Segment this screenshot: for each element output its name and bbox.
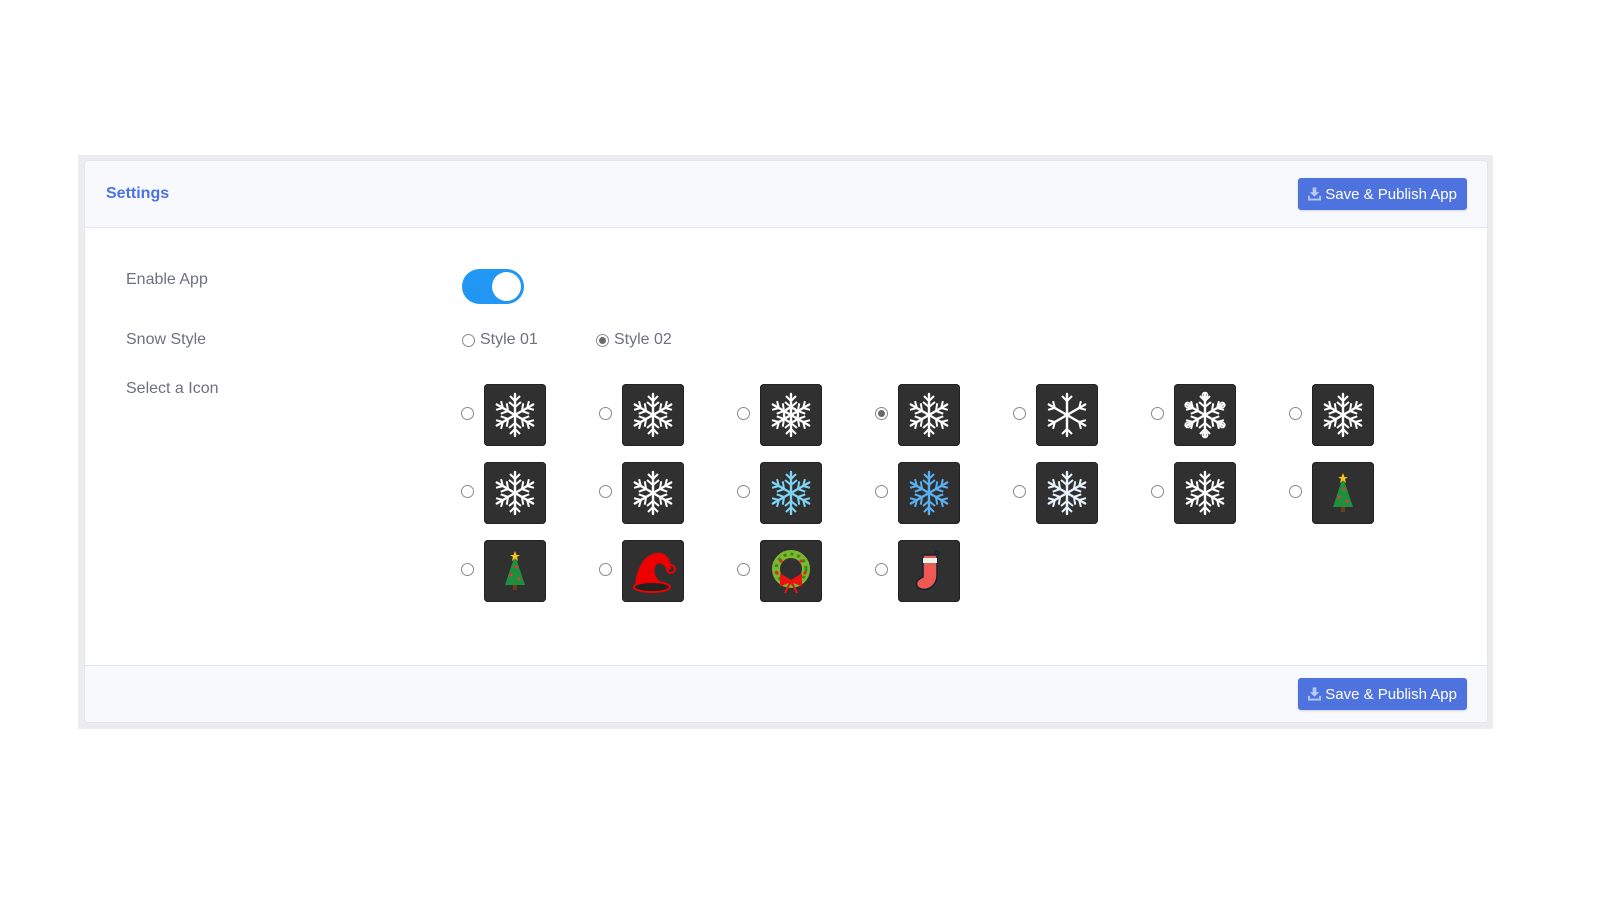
christmas-tree-small-icon: [1333, 473, 1353, 512]
icon-option[interactable]: [737, 376, 875, 454]
icon-grid: [461, 376, 1427, 610]
icon-option[interactable]: [599, 532, 737, 610]
snowflake-ornate-icon: [495, 470, 535, 516]
icon-tile[interactable]: [1174, 384, 1236, 446]
icon-option[interactable]: [599, 454, 737, 532]
icon-option[interactable]: [461, 532, 599, 610]
icon-option[interactable]: [875, 454, 1013, 532]
icon-tile[interactable]: [1036, 384, 1098, 446]
snowflake-star-icon: [633, 392, 673, 438]
snowflake-dotted-icon: [1184, 391, 1226, 439]
icon-option[interactable]: [1151, 376, 1289, 454]
icon-tile[interactable]: [898, 540, 960, 602]
save-publish-button-top[interactable]: Save & Publish App: [1298, 178, 1467, 210]
wreath-icon: [772, 550, 810, 594]
icon-option-radio[interactable]: [1013, 406, 1026, 420]
icon-option-radio[interactable]: [599, 406, 612, 420]
settings-card: Settings Save & Publish App Enable App S…: [84, 160, 1488, 723]
icon-tile[interactable]: [760, 462, 822, 524]
snowflake-blue-icon: [909, 470, 949, 516]
icon-option[interactable]: [599, 376, 737, 454]
icon-option[interactable]: [461, 454, 599, 532]
snowflake-hexagon-icon: [1323, 392, 1363, 438]
snowflake-lightblue-icon: [1047, 470, 1087, 516]
icon-option[interactable]: [1013, 376, 1151, 454]
snowflake-crystal-icon: [771, 470, 811, 516]
icon-option[interactable]: [1151, 454, 1289, 532]
snowflake-white-glow-icon: [1185, 470, 1225, 516]
icon-option[interactable]: [461, 376, 599, 454]
snowflake-star-outline-icon: [909, 392, 949, 438]
snowflake-ornate-2-icon: [633, 470, 673, 516]
save-publish-label: Save & Publish App: [1325, 685, 1457, 703]
icon-option-radio[interactable]: [461, 562, 474, 576]
christmas-tree-icon: [505, 551, 525, 590]
icon-option[interactable]: [1013, 454, 1151, 532]
icon-tile[interactable]: [1036, 462, 1098, 524]
card-body: Enable App Snow Style Style 01 Style 02 …: [85, 228, 1487, 669]
icon-option-radio[interactable]: [875, 562, 888, 576]
stocking-icon: [915, 550, 940, 591]
icon-option[interactable]: [1289, 376, 1427, 454]
icon-tile[interactable]: [760, 384, 822, 446]
icon-option-radio[interactable]: [1289, 406, 1302, 420]
settings-panel-frame: Settings Save & Publish App Enable App S…: [78, 155, 1493, 729]
icon-option-radio[interactable]: [737, 562, 750, 576]
icon-option-radio[interactable]: [875, 406, 888, 420]
icon-tile[interactable]: [484, 384, 546, 446]
icon-option-radio[interactable]: [599, 484, 612, 498]
icon-option-radio[interactable]: [1013, 484, 1026, 498]
enable-app-toggle[interactable]: [462, 269, 524, 304]
card-header: Settings Save & Publish App: [85, 161, 1487, 228]
icon-tile[interactable]: [1312, 462, 1374, 524]
save-publish-label: Save & Publish App: [1325, 185, 1457, 203]
snow-style-label: Snow Style: [126, 331, 207, 348]
icon-option[interactable]: [1289, 454, 1427, 532]
icon-tile[interactable]: [622, 384, 684, 446]
snow-style-option-02[interactable]: Style 02: [596, 331, 672, 349]
enable-app-label: Enable App: [126, 271, 208, 288]
icon-option[interactable]: [737, 532, 875, 610]
icon-option-radio[interactable]: [737, 484, 750, 498]
snowflake-ring-icon: [771, 392, 811, 438]
icon-tile[interactable]: [622, 462, 684, 524]
icon-tile[interactable]: [898, 384, 960, 446]
save-publish-button-bottom[interactable]: Save & Publish App: [1298, 678, 1467, 710]
icon-option-radio[interactable]: [1151, 406, 1164, 420]
icon-option-radio[interactable]: [461, 406, 474, 420]
icon-option-radio[interactable]: [875, 484, 888, 498]
icon-option[interactable]: [737, 454, 875, 532]
snowflake-fern-icon: [495, 392, 535, 438]
icon-tile[interactable]: [622, 540, 684, 602]
card-footer: Save & Publish App: [85, 665, 1487, 722]
icon-option-radio[interactable]: [1289, 484, 1302, 498]
toggle-knob: [492, 272, 521, 301]
icon-tile[interactable]: [484, 540, 546, 602]
icon-tile[interactable]: [760, 540, 822, 602]
icon-tile[interactable]: [484, 462, 546, 524]
snow-style-01-label: Style 01: [480, 331, 538, 348]
icon-option[interactable]: [875, 532, 1013, 610]
snow-style-02-label: Style 02: [614, 331, 672, 348]
icon-tile[interactable]: [1312, 384, 1374, 446]
card-title: Settings: [106, 185, 170, 202]
icon-option-radio[interactable]: [737, 406, 750, 420]
icon-tile[interactable]: [1174, 462, 1236, 524]
icon-option[interactable]: [875, 376, 1013, 454]
icon-option-radio[interactable]: [599, 562, 612, 576]
download-icon: [1308, 687, 1322, 701]
icon-tile[interactable]: [898, 462, 960, 524]
download-icon: [1308, 187, 1322, 201]
snow-style-02-radio[interactable]: [596, 333, 609, 347]
santa-hat-icon: [633, 552, 676, 593]
snowflake-simple-icon: [1047, 392, 1087, 438]
icon-option-radio[interactable]: [461, 484, 474, 498]
snow-style-option-01[interactable]: Style 01: [462, 331, 538, 349]
icon-option-radio[interactable]: [1151, 484, 1164, 498]
select-icon-label: Select a Icon: [126, 380, 219, 397]
snow-style-01-radio[interactable]: [462, 333, 475, 347]
